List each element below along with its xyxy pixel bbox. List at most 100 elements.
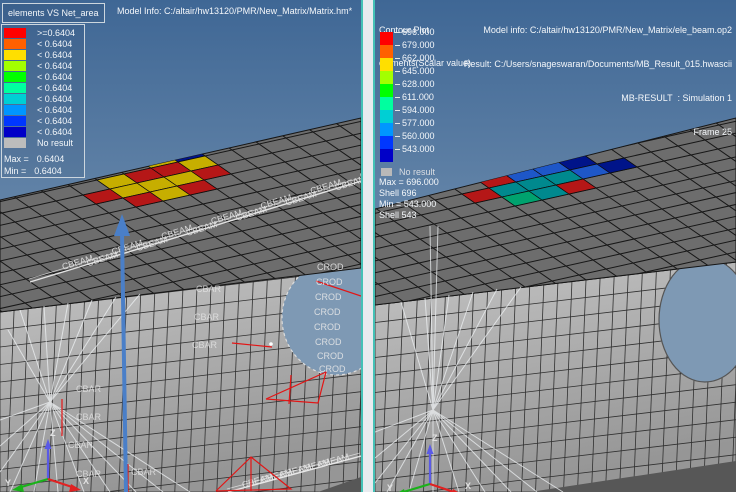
axis-z-label: Z <box>50 428 56 438</box>
legend-swatch <box>4 39 26 49</box>
crod-label: CROD <box>316 277 343 287</box>
legend-max-row: Max = 0.6404 <box>4 153 84 165</box>
crod-label: CROD <box>315 292 342 302</box>
legend-swatch <box>4 127 26 137</box>
legend-entry-label: < 0.6404 <box>37 72 72 82</box>
right-model-info: Model info: C:/altair/hw13120/PMR/New_Ma… <box>464 25 732 37</box>
no-result-label: No result <box>399 167 435 177</box>
right-maxmin-stats: Max = 696.000 Shell 696 Min = 543.000 Sh… <box>379 177 439 221</box>
legend-entry: < 0.6404 <box>4 115 84 126</box>
left-legend: >=0.6404< 0.6404< 0.6404< 0.6404< 0.6404… <box>1 24 85 178</box>
crod-label: CROD <box>314 322 341 332</box>
legend-entry: < 0.6404 <box>4 49 84 60</box>
min-label: Min = <box>4 166 26 176</box>
cbar-label: CBAR <box>131 467 157 477</box>
colorbar-tick-label: 543.000 <box>395 144 435 154</box>
legend-entry: < 0.6404 <box>4 104 84 115</box>
no-result-row: No result <box>381 167 435 177</box>
colorbar-tick-label: 662.000 <box>395 53 435 63</box>
legend-swatch <box>4 28 26 38</box>
colorbar-tick-label: 560.000 <box>395 131 435 141</box>
left-legend-entries: >=0.6404< 0.6404< 0.6404< 0.6404< 0.6404… <box>4 27 84 148</box>
colorbar-block <box>380 97 393 110</box>
crod-label: CROD <box>315 337 342 347</box>
colorbar-tick-label: 577.000 <box>395 118 435 128</box>
crod-label: CROD <box>319 364 346 374</box>
legend-entry-label: < 0.6404 <box>37 50 72 60</box>
colorbar-block <box>380 71 393 84</box>
colorbar-block <box>380 110 393 123</box>
legend-entry-label: No result <box>37 138 73 148</box>
min-value: 0.6404 <box>34 166 62 176</box>
colorbar-block <box>380 32 393 45</box>
colorbar-tick-label: 645.000 <box>395 66 435 76</box>
axis-x-label: X <box>83 476 89 486</box>
left-viewport-panel[interactable]: CBEAMCBEAMCBEAMCBEAMCBEAMCBEAMCBEAMCBEAM… <box>0 0 363 492</box>
colorbar-tick-label: 611.000 <box>395 92 434 102</box>
legend-entry-label: < 0.6404 <box>37 61 72 71</box>
left-legend-maxmin: Max = 0.6404 Min = 0.6404 <box>4 153 84 177</box>
legend-swatch <box>4 50 26 60</box>
crod-label: CROD <box>317 262 344 272</box>
axis-x-label: X <box>465 481 471 491</box>
legend-entry-label: < 0.6404 <box>37 94 72 104</box>
stat-min-entity: Shell 543 <box>379 210 439 221</box>
legend-entry-label: < 0.6404 <box>37 116 72 126</box>
legend-entry: No result <box>4 137 84 148</box>
legend-entry: < 0.6404 <box>4 93 84 104</box>
colorbar-block <box>380 123 393 136</box>
cbar-label: CBAR <box>192 340 218 350</box>
legend-swatch <box>4 61 26 71</box>
stat-max-entity: Shell 696 <box>379 188 439 199</box>
legend-entry: < 0.6404 <box>4 60 84 71</box>
legend-entry-label: < 0.6404 <box>37 105 72 115</box>
left-model-info: Model Info: C:/altair/hw13120/PMR/New_Ma… <box>117 6 352 17</box>
legend-swatch <box>4 94 26 104</box>
colorbar-tick-label: 696.000 <box>395 27 435 37</box>
right-header-info: Model info: C:/altair/hw13120/PMR/New_Ma… <box>464 3 732 161</box>
cbar-label: CBAR <box>194 312 220 322</box>
stat-max: Max = 696.000 <box>379 177 439 188</box>
legend-swatch <box>4 138 26 148</box>
stat-min: Min = 543.000 <box>379 199 439 210</box>
right-result-info: Result: C:/Users/snageswaran/Documents/M… <box>464 59 732 71</box>
colorbar-tick-label: 594.000 <box>395 105 435 115</box>
crod-label: CROD <box>314 307 341 317</box>
legend-swatch <box>4 83 26 93</box>
cbar-label: CBAR <box>68 440 94 450</box>
legend-entry: < 0.6404 <box>4 38 84 49</box>
right-frame-label: Frame 25 <box>464 127 732 139</box>
cbar-label: CBAR <box>76 412 102 422</box>
colorbar-tick-label: 679.000 <box>395 40 435 50</box>
legend-entry-label: < 0.6404 <box>37 39 72 49</box>
colorbar-block <box>380 84 393 97</box>
axis-z-label: Z <box>432 433 438 443</box>
max-value: 0.6404 <box>37 154 65 164</box>
legend-entry-label: < 0.6404 <box>37 127 72 137</box>
right-result-line: MB-RESULT : Simulation 1 <box>464 93 732 105</box>
colorbar-block <box>380 58 393 71</box>
colorbar-block <box>380 45 393 58</box>
colorbar-block <box>380 136 393 149</box>
legend-min-row: Min = 0.6404 <box>4 165 84 177</box>
cbar-label: CBAR <box>76 384 102 394</box>
legend-swatch <box>4 116 26 126</box>
cbar-label: CBAR <box>196 284 222 294</box>
no-result-swatch <box>381 168 392 176</box>
left-legend-title: elements VS Net_area <box>2 3 105 23</box>
legend-entry-label: >=0.6404 <box>37 28 75 38</box>
legend-entry-label: < 0.6404 <box>37 83 72 93</box>
max-label: Max = <box>4 154 29 164</box>
legend-entry: < 0.6404 <box>4 126 84 137</box>
right-viewport-panel[interactable]: ZYX Contour Plot elements(Scalar value) … <box>373 0 736 492</box>
colorbar-tick-label: 628.000 <box>395 79 435 89</box>
legend-entry: >=0.6404 <box>4 27 84 38</box>
colorbar-block <box>380 149 393 162</box>
legend-swatch <box>4 105 26 115</box>
crod-label: CROD <box>317 351 344 361</box>
contour-colorbar <box>380 32 393 162</box>
legend-entry: < 0.6404 <box>4 71 84 82</box>
axis-y-label: Y <box>387 483 393 492</box>
legend-swatch <box>4 72 26 82</box>
axis-y-label: Y <box>5 478 11 488</box>
